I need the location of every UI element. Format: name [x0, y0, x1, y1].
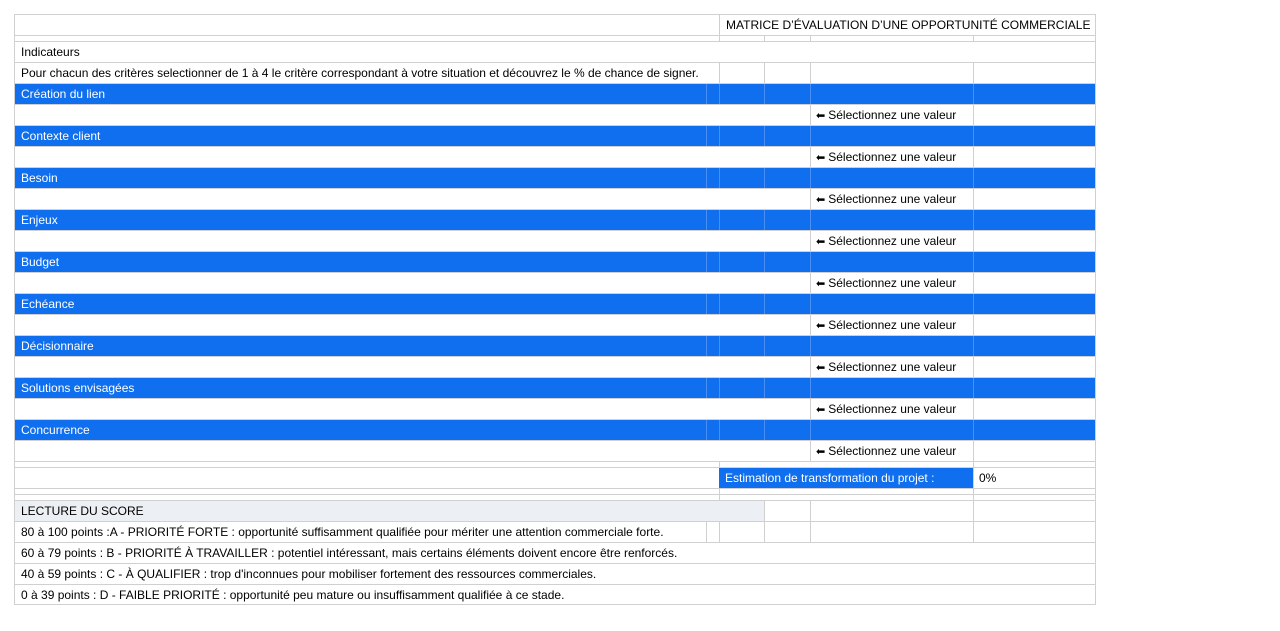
criterion-header-row[interactable]: Contexte client — [14, 125, 1096, 146]
estimation-row: Estimation de transformation du projet :… — [14, 467, 1096, 488]
criterion-select-label: Sélectionnez une valeur — [828, 444, 957, 458]
lecture-line-row: 60 à 79 points : B - PRIORITÉ À TRAVAILL… — [14, 542, 1096, 563]
criterion-select-row[interactable]: ⬅ Sélectionnez une valeur — [14, 188, 1096, 209]
criterion-select-label: Sélectionnez une valeur — [828, 108, 957, 122]
criterion-header-row[interactable]: Concurrence — [14, 419, 1096, 440]
estimation-label-cell: Estimation de transformation du projet : — [719, 468, 973, 488]
criterion-select-row[interactable]: ⬅ Sélectionnez une valeur — [14, 314, 1096, 335]
lecture-line-row: 0 à 39 points : D - FAIBLE PRIORITÉ : op… — [14, 584, 1096, 605]
left-arrow-icon: ⬅ — [816, 361, 826, 374]
criterion-select-label: Sélectionnez une valeur — [828, 192, 957, 206]
spreadsheet: MATRICE D’ÉVALUATION D’UNE OPPORTUNITÉ C… — [14, 14, 1096, 605]
lecture-line-c: 40 à 59 points : C - À QUALIFIER : trop … — [21, 567, 597, 581]
criterion-label: Création du lien — [21, 87, 106, 101]
criterion-select-label: Sélectionnez une valeur — [828, 360, 957, 374]
criterion-label: Budget — [21, 255, 60, 269]
criterion-label: Enjeux — [21, 213, 58, 227]
estimation-label: Estimation de transformation du projet : — [725, 471, 935, 485]
criterion-header-row[interactable]: Besoin — [14, 167, 1096, 188]
criterion-select-row[interactable]: ⬅ Sélectionnez une valeur — [14, 272, 1096, 293]
criterion-select-label: Sélectionnez une valeur — [828, 318, 957, 332]
criterion-header-row[interactable]: Solutions envisagées — [14, 377, 1096, 398]
criterion-select-label: Sélectionnez une valeur — [828, 402, 957, 416]
criterion-select[interactable]: ⬅ Sélectionnez une valeur — [816, 234, 956, 248]
criterion-select[interactable]: ⬅ Sélectionnez une valeur — [816, 108, 956, 122]
criterion-header-row[interactable]: Budget — [14, 251, 1096, 272]
indicators-label: Indicateurs — [21, 45, 80, 59]
criterion-header-row[interactable]: Echéance — [14, 293, 1096, 314]
criterion-select-row[interactable]: ⬅ Sélectionnez une valeur — [14, 356, 1096, 377]
criterion-select-label: Sélectionnez une valeur — [828, 276, 957, 290]
criterion-select-row[interactable]: ⬅ Sélectionnez une valeur — [14, 230, 1096, 251]
criterion-select[interactable]: ⬅ Sélectionnez une valeur — [816, 402, 956, 416]
lecture-line-b: 60 à 79 points : B - PRIORITÉ À TRAVAILL… — [21, 546, 678, 560]
criterion-label: Concurrence — [21, 423, 90, 437]
lecture-line-a: 80 à 100 points :A - PRIORITÉ FORTE : op… — [21, 525, 664, 539]
left-arrow-icon: ⬅ — [816, 277, 826, 290]
left-arrow-icon: ⬅ — [816, 445, 826, 458]
left-arrow-icon: ⬅ — [816, 235, 826, 248]
criterion-select[interactable]: ⬅ Sélectionnez une valeur — [816, 360, 956, 374]
sheet-title: MATRICE D’ÉVALUATION D’UNE OPPORTUNITÉ C… — [726, 18, 1091, 32]
criterion-label: Besoin — [21, 171, 58, 185]
left-arrow-icon: ⬅ — [816, 319, 826, 332]
criterion-label: Echéance — [21, 297, 75, 311]
criterion-select-label: Sélectionnez une valeur — [828, 150, 957, 164]
left-arrow-icon: ⬅ — [816, 109, 826, 122]
lecture-line-row: 40 à 59 points : C - À QUALIFIER : trop … — [14, 563, 1096, 584]
criterion-label: Solutions envisagées — [21, 381, 135, 395]
instructions-text: Pour chacun des critères selectionner de… — [21, 66, 699, 80]
criterion-header-row[interactable]: Décisionnaire — [14, 335, 1096, 356]
left-arrow-icon: ⬅ — [816, 403, 826, 416]
left-arrow-icon: ⬅ — [816, 151, 826, 164]
criterion-select[interactable]: ⬅ Sélectionnez une valeur — [816, 150, 956, 164]
criterion-select[interactable]: ⬅ Sélectionnez une valeur — [816, 444, 956, 458]
criterion-select-row[interactable]: ⬅ Sélectionnez une valeur — [14, 104, 1096, 125]
title-row: MATRICE D’ÉVALUATION D’UNE OPPORTUNITÉ C… — [14, 14, 1096, 35]
criterion-select[interactable]: ⬅ Sélectionnez une valeur — [816, 318, 956, 332]
criterion-select[interactable]: ⬅ Sélectionnez une valeur — [816, 276, 956, 290]
criterion-select-row[interactable]: ⬅ Sélectionnez une valeur — [14, 398, 1096, 419]
criterion-label: Décisionnaire — [21, 339, 94, 353]
estimation-value[interactable]: 0% — [979, 471, 996, 485]
criterion-label: Contexte client — [21, 129, 101, 143]
criterion-header-row[interactable]: Enjeux — [14, 209, 1096, 230]
left-arrow-icon: ⬅ — [816, 193, 826, 206]
lecture-line-d: 0 à 39 points : D - FAIBLE PRIORITÉ : op… — [21, 587, 565, 602]
indicators-row[interactable]: Indicateurs — [14, 41, 1096, 62]
criterion-select[interactable]: ⬅ Sélectionnez une valeur — [816, 192, 956, 206]
instructions-row[interactable]: Pour chacun des critères selectionner de… — [14, 62, 1096, 83]
criterion-select-row[interactable]: ⬅ Sélectionnez une valeur — [14, 440, 1096, 461]
lecture-line-row: 80 à 100 points :A - PRIORITÉ FORTE : op… — [14, 521, 1096, 542]
lecture-header-row: LECTURE DU SCORE — [14, 500, 1096, 521]
criterion-header-row[interactable]: Création du lien — [14, 83, 1096, 104]
criterion-select-row[interactable]: ⬅ Sélectionnez une valeur — [14, 146, 1096, 167]
lecture-title: LECTURE DU SCORE — [21, 504, 144, 518]
criterion-select-label: Sélectionnez une valeur — [828, 234, 957, 248]
